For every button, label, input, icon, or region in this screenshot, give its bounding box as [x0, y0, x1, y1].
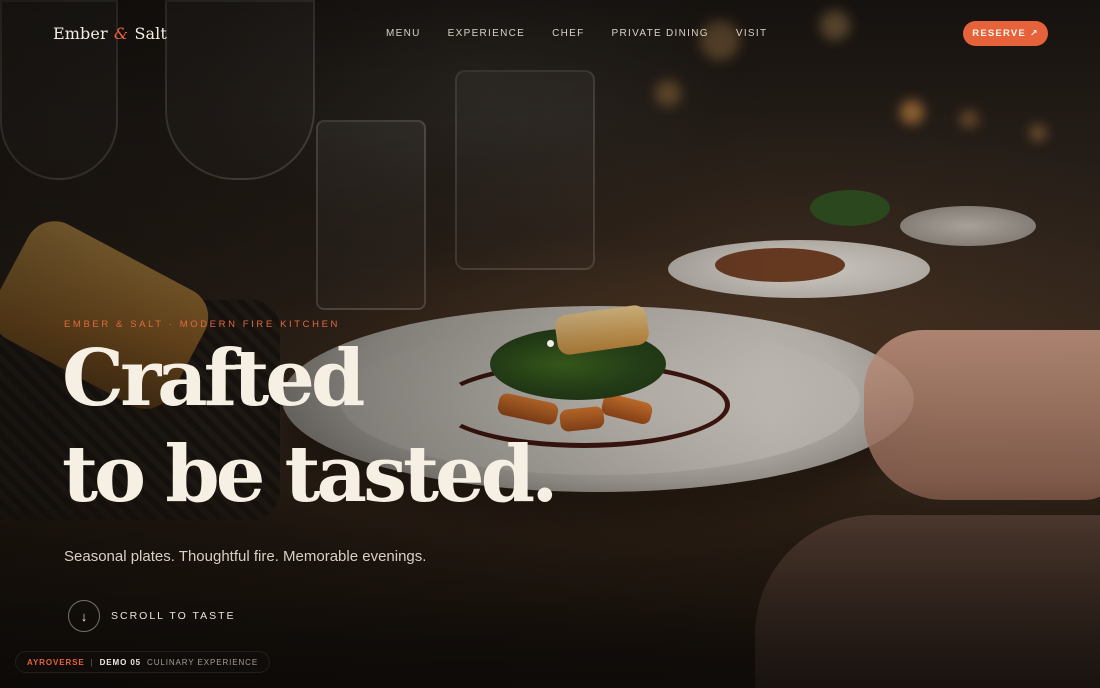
- badge-brand: AYROVERSE: [27, 657, 85, 667]
- logo-text-salt: Salt: [134, 24, 167, 43]
- reserve-button[interactable]: RESERVE ↗: [963, 21, 1048, 46]
- logo-ampersand: &: [113, 24, 129, 43]
- nav-item-chef[interactable]: CHEF: [552, 28, 584, 39]
- badge-description: CULINARY EXPERIENCE: [147, 657, 259, 667]
- hero-subtitle: Seasonal plates. Thoughtful fire. Memora…: [64, 548, 427, 565]
- main-nav: MENU EXPERIENCE CHEF PRIVATE DINING VISI…: [386, 28, 794, 39]
- logo[interactable]: Ember & Salt: [53, 24, 167, 43]
- reserve-button-label: RESERVE: [972, 28, 1026, 39]
- site-header: Ember & Salt MENU EXPERIENCE CHEF PRIVAT…: [0, 0, 1100, 68]
- scroll-label: SCROLL TO TASTE: [111, 610, 236, 622]
- hero-headline-line-1: Crafted: [62, 333, 365, 424]
- scroll-to-taste-button[interactable]: ↓ SCROLL TO TASTE: [68, 600, 236, 632]
- arrow-down-icon: ↓: [68, 600, 100, 632]
- arrow-up-right-icon: ↗: [1029, 28, 1039, 38]
- hero-headline-line-2: to be tasted.: [62, 429, 558, 520]
- badge-demo: DEMO 05: [99, 657, 142, 667]
- demo-badge[interactable]: AYROVERSE | DEMO 05 CULINARY EXPERIENCE: [15, 651, 271, 673]
- nav-item-experience[interactable]: EXPERIENCE: [448, 28, 525, 39]
- hero-eyebrow: EMBER & SALT · MODERN FIRE KITCHEN: [64, 319, 340, 330]
- nav-item-menu[interactable]: MENU: [386, 28, 421, 39]
- nav-item-visit[interactable]: VISIT: [736, 28, 768, 39]
- badge-separator: |: [90, 657, 94, 667]
- logo-text-ember: Ember: [53, 24, 108, 43]
- hero-headline: Crafted to be tasted.: [62, 333, 558, 520]
- nav-item-private-dining[interactable]: PRIVATE DINING: [612, 28, 709, 39]
